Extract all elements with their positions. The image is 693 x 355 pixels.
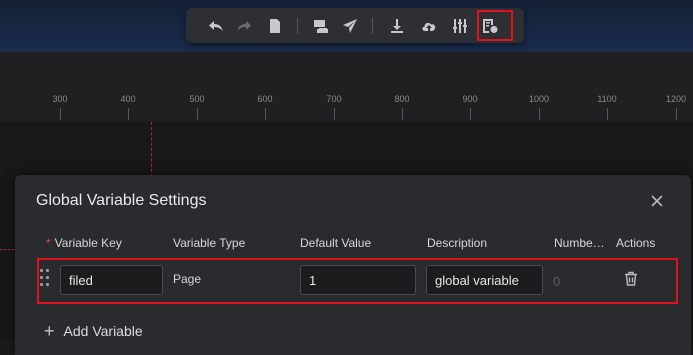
ruler-tick-label: 900 bbox=[462, 94, 478, 104]
toolbar-divider bbox=[297, 18, 298, 34]
save-icon[interactable] bbox=[265, 16, 285, 36]
ruler-tick bbox=[402, 108, 403, 120]
ruler-tick bbox=[197, 108, 198, 120]
column-header-description: Description bbox=[427, 236, 488, 250]
ruler-tick-label: 500 bbox=[189, 94, 205, 104]
download-icon[interactable] bbox=[387, 16, 407, 36]
settings-sliders-icon[interactable] bbox=[450, 16, 470, 36]
ruler-tick-label: 1100 bbox=[597, 94, 617, 104]
ruler-tick-label: 600 bbox=[257, 94, 273, 104]
column-header-number: Numbe… bbox=[554, 236, 605, 250]
add-variable-label: Add Variable bbox=[63, 323, 143, 339]
redo-icon[interactable] bbox=[234, 16, 254, 36]
column-header-variable-type: Variable Type bbox=[173, 236, 246, 250]
ruler-tick bbox=[607, 108, 608, 120]
highlight-box-toolbar bbox=[477, 10, 513, 41]
preview-icon[interactable] bbox=[311, 16, 331, 36]
ruler-tick-label: 700 bbox=[326, 94, 342, 104]
publish-icon[interactable] bbox=[340, 16, 360, 36]
required-mark: * bbox=[46, 236, 51, 250]
alignment-guide bbox=[151, 122, 152, 177]
ruler-tick bbox=[539, 108, 540, 120]
highlight-box-row bbox=[37, 258, 678, 304]
ruler-tick-label: 800 bbox=[394, 94, 410, 104]
close-icon[interactable] bbox=[649, 193, 665, 209]
editor-toolbar bbox=[186, 8, 524, 43]
ruler-tick bbox=[334, 108, 335, 120]
column-header-label: Variable Key bbox=[54, 236, 122, 250]
ruler-tick bbox=[265, 108, 266, 120]
ruler-tick bbox=[470, 108, 471, 120]
alignment-guide bbox=[0, 249, 15, 250]
ruler-tick-label: 300 bbox=[52, 94, 68, 104]
dialog-title: Global Variable Settings bbox=[36, 192, 207, 209]
ruler-tick-label: 1200 bbox=[665, 94, 687, 104]
column-header-variable-key: * Variable Key bbox=[46, 236, 122, 250]
ruler-tick bbox=[60, 108, 61, 120]
global-variable-dialog: Global Variable Settings * Variable Key V… bbox=[15, 175, 691, 355]
add-variable-button[interactable]: + Add Variable bbox=[44, 321, 143, 341]
column-header-actions: Actions bbox=[616, 236, 656, 250]
column-header-default-value: Default Value bbox=[300, 236, 372, 250]
horizontal-ruler bbox=[0, 88, 693, 123]
upload-cloud-icon[interactable] bbox=[419, 16, 439, 36]
ruler-tick-label: 400 bbox=[120, 94, 136, 104]
plus-icon: + bbox=[44, 321, 55, 341]
ruler-tick bbox=[676, 108, 677, 120]
toolbar-divider bbox=[372, 18, 373, 34]
undo-icon[interactable] bbox=[206, 16, 226, 36]
ruler-tick bbox=[128, 108, 129, 120]
ruler-tick-label: 1000 bbox=[528, 94, 550, 104]
